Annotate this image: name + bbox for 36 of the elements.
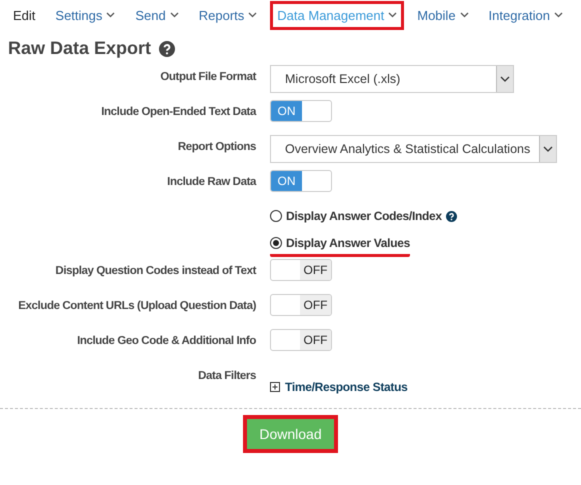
field-label: Report Options — [176, 140, 256, 153]
page-title: Raw Data Export — [8, 38, 152, 59]
filter-link[interactable]: Time/Response Status — [285, 380, 408, 394]
toggle-switch[interactable]: OFF — [270, 294, 332, 316]
radio-label[interactable]: Display Answer Codes/Index — [286, 209, 442, 223]
radio-label[interactable]: Display Answer Values — [286, 236, 410, 250]
menu-item[interactable]: Reports — [192, 0, 264, 30]
field-label: Data Filters — [197, 369, 256, 382]
radio-button[interactable] — [270, 210, 282, 222]
caret-icon — [554, 12, 563, 18]
field-label: Include Raw Data — [166, 175, 256, 188]
expand-icon[interactable] — [270, 382, 280, 392]
caret-icon — [460, 12, 469, 18]
field-label: Output File Format — [159, 70, 256, 83]
menu-item[interactable]: Send — [128, 0, 186, 30]
caret-icon — [248, 12, 258, 18]
caret-icon — [106, 12, 116, 18]
field-label: Exclude Content URLs (Upload Question Data) — [17, 299, 256, 312]
radio-button[interactable] — [270, 237, 282, 249]
field-label: Display Question Codes instead of Text — [54, 264, 256, 277]
toggle-switch[interactable]: OFF — [270, 259, 332, 281]
caret-icon — [543, 146, 553, 152]
caret-icon — [500, 76, 510, 82]
help-icon[interactable] — [446, 210, 457, 222]
help-icon[interactable] — [159, 40, 176, 56]
field-label: Include Geo Code & Additional Info — [76, 334, 256, 347]
menu-item[interactable]: Mobile — [410, 0, 476, 30]
dropdown[interactable]: Microsoft Excel (.xls) — [270, 65, 514, 93]
field-label: Include Open-Ended Text Data — [100, 105, 256, 118]
menu-item[interactable]: Settings — [48, 0, 122, 30]
menu-item[interactable]: Edit — [6, 0, 42, 30]
caret-icon — [170, 12, 179, 18]
menu-item[interactable]: Integration — [482, 0, 570, 30]
caret-icon — [388, 12, 398, 18]
dropdown[interactable]: Overview Analytics & Statistical Calculations — [270, 135, 557, 163]
toggle-switch[interactable]: OFF — [270, 329, 332, 351]
